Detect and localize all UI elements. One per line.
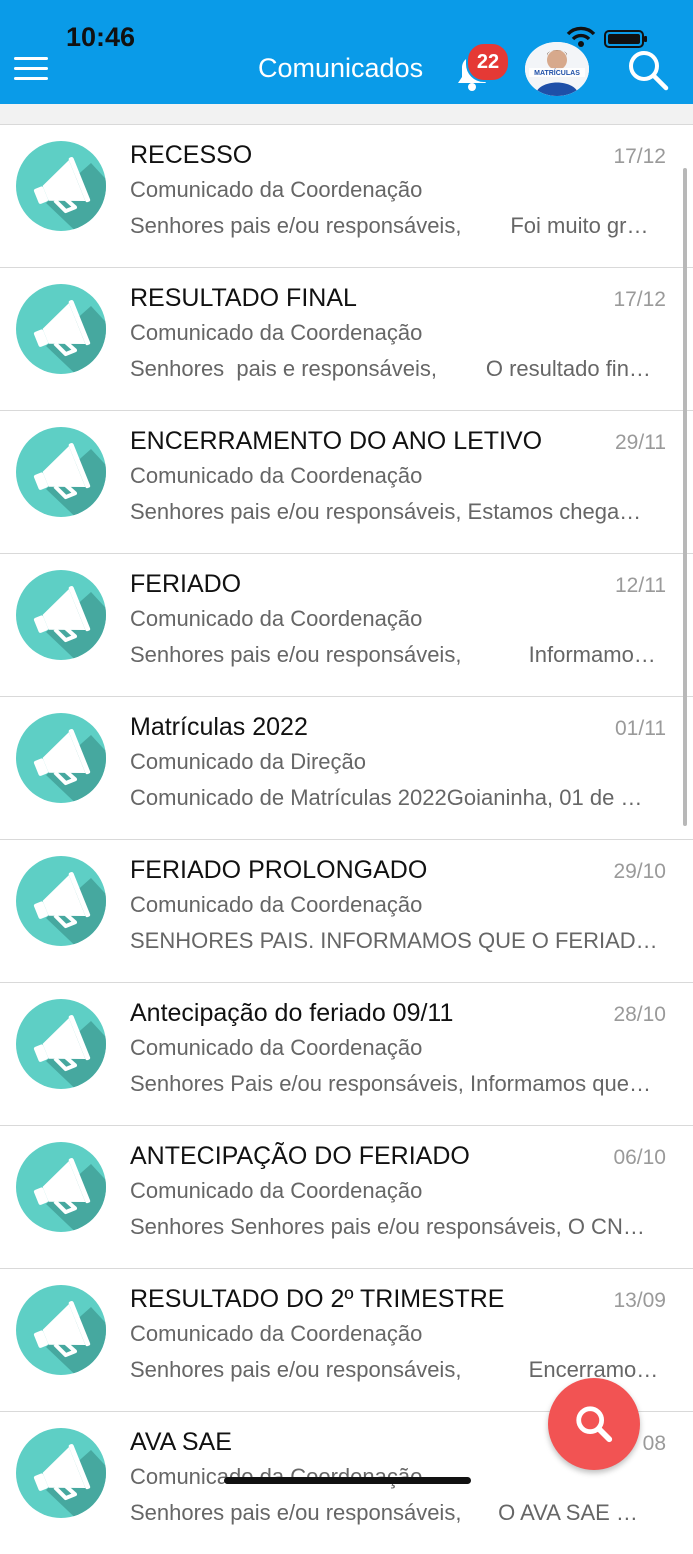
avatar[interactable]: MATRÍCULAS (525, 42, 589, 96)
list-item[interactable]: RESULTADO FINAL 17/12 Comunicado da Coor… (0, 267, 693, 410)
megaphone-icon (16, 1142, 106, 1232)
list-item[interactable]: RECESSO 17/12 Comunicado da Coordenação … (0, 124, 693, 267)
message-preview: Senhores pais e/ou responsáveis, Informa… (130, 642, 656, 667)
menu-icon-bar (14, 77, 48, 80)
message-subject: FERIADO PROLONGADO (130, 856, 428, 884)
message-subject: Matrículas 2022 (130, 713, 308, 741)
message-date: 28/10 (613, 1003, 666, 1026)
menu-button[interactable] (14, 54, 50, 84)
message-sender: Comunicado da Coordenação (130, 177, 423, 202)
message-preview: SENHORES PAIS. INFORMAMOS QUE O FERIAD… (130, 928, 658, 953)
menu-icon (14, 57, 48, 60)
message-preview: Senhores pais e/ou responsáveis, Foi mui… (130, 213, 649, 238)
list-item[interactable]: Matrículas 2022 01/11 Comunicado da Dire… (0, 696, 693, 839)
megaphone-icon (16, 1285, 106, 1375)
message-subject: RECESSO (130, 141, 253, 169)
message-preview: Senhores Senhores pais e/ou responsáveis… (130, 1214, 645, 1239)
message-date: 01/11 (615, 717, 666, 740)
message-date: 13/09 (613, 1289, 666, 1312)
megaphone-icon (16, 1428, 106, 1518)
message-date: 06/10 (613, 1146, 666, 1169)
message-preview: Senhores pais e/ou responsáveis, O AVA S… (130, 1500, 638, 1525)
message-subject: AVA SAE (130, 1428, 232, 1456)
scrollbar[interactable] (683, 168, 687, 826)
message-sender: Comunicado da Direção (130, 749, 367, 774)
message-sender: Comunicado da Coordenação (130, 892, 423, 917)
search-fab-button[interactable] (548, 1378, 640, 1470)
message-sender: Comunicado da Coordenação (130, 320, 423, 345)
megaphone-icon (16, 427, 106, 517)
message-sender: Comunicado da Coordenação (130, 1178, 423, 1203)
list-item[interactable]: ENCERRAMENTO DO ANO LETIVO 29/11 Comunic… (0, 410, 693, 553)
search-icon (576, 1406, 613, 1443)
message-sender: Comunicado da Coordenação (130, 1321, 423, 1346)
message-subject: RESULTADO FINAL (130, 284, 357, 312)
message-subject: Antecipação do feriado 09/11 (130, 999, 454, 1027)
message-date: 17/12 (613, 145, 666, 168)
status-bar-time: 10:46 (66, 22, 136, 52)
message-subject: ANTECIPAÇÃO DO FERIADO (130, 1142, 470, 1170)
page-title: Comunicados (258, 53, 424, 83)
top-app-bar: 10:46 Comunicados 22 MATRÍCULAS (0, 0, 693, 104)
list-item[interactable]: FERIADO PROLONGADO 29/10 Comunicado da C… (0, 839, 693, 982)
message-date: 29/10 (613, 860, 666, 883)
notification-badge[interactable]: 22 (466, 42, 510, 82)
message-date: 08 (642, 1432, 666, 1455)
menu-icon-bar (14, 67, 48, 70)
battery-icon (604, 30, 647, 48)
megaphone-icon (16, 856, 106, 946)
list-top-gap (0, 104, 693, 124)
list-item[interactable]: ANTECIPAÇÃO DO FERIADO 06/10 Comunicado … (0, 1125, 693, 1268)
message-subject: FERIADO (130, 570, 242, 598)
megaphone-icon (16, 570, 106, 660)
message-sender: Comunicado da Coordenação (130, 1035, 423, 1060)
message-subject: ENCERRAMENTO DO ANO LETIVO (130, 427, 543, 455)
message-date: 12/11 (615, 574, 666, 597)
megaphone-icon (16, 713, 106, 803)
message-preview: Comunicado de Matrículas 2022Goianinha, … (130, 785, 643, 810)
list-item[interactable]: Antecipação do feriado 09/11 28/10 Comun… (0, 982, 693, 1125)
message-subject: RESULTADO DO 2º TRIMESTRE (130, 1285, 505, 1313)
megaphone-icon (16, 141, 106, 231)
home-indicator (224, 1477, 471, 1484)
message-preview: Senhores pais e/ou responsáveis, Estamos… (130, 499, 642, 524)
avatar-label: MATRÍCULAS (534, 68, 580, 77)
message-sender: Comunicado da Coordenação (130, 463, 423, 488)
megaphone-icon (16, 999, 106, 1089)
message-date: 17/12 (613, 288, 666, 311)
message-preview: Senhores pais e responsáveis, O resultad… (130, 356, 651, 381)
message-preview: Senhores Pais e/ou responsáveis, Informa… (130, 1071, 651, 1096)
avatar-photo: MATRÍCULAS (525, 42, 589, 96)
megaphone-icon (16, 284, 106, 374)
message-date: 29/11 (615, 431, 666, 454)
message-sender: Comunicado da Coordenação (130, 606, 423, 631)
list-item[interactable]: FERIADO 12/11 Comunicado da Coordenação … (0, 553, 693, 696)
search-icon[interactable] (626, 48, 670, 92)
message-list: RECESSO 17/12 Comunicado da Coordenação … (0, 124, 693, 1554)
